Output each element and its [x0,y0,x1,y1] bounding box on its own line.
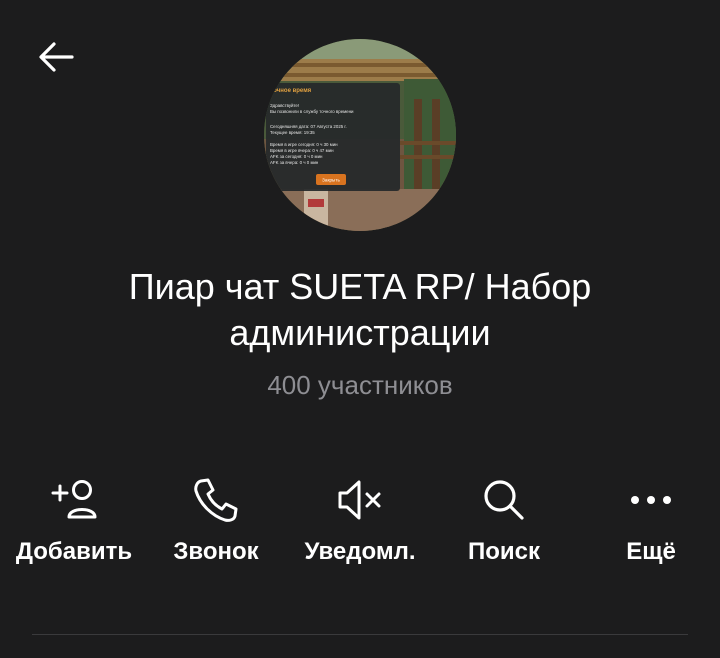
action-label: Звонок [173,538,259,565]
avatar-line: Время в игре сегодня: 0 ч 30 мин [270,142,338,147]
chat-profile-screen: Точное время Здравствуйте! Вы позвонили … [0,0,720,658]
phone-icon [194,478,238,522]
avatar-line: AFK за сегодня: 0 ч 0 мин [270,154,323,159]
more-button[interactable]: Ещё [596,470,706,580]
divider [32,634,688,635]
avatar-line: Время в игре вчера: 0 ч 47 мин [270,148,334,153]
avatar-panel-title: Точное время [270,88,312,94]
chat-avatar[interactable]: Точное время Здравствуйте! Вы позвонили … [264,39,456,231]
action-label: Ещё [626,538,676,565]
action-label: Добавить [15,538,133,565]
add-member-button[interactable]: Добавить [10,470,138,580]
members-count: 400 участников [267,370,453,400]
avatar-line: Текущее время: 19:35 [270,130,315,135]
action-label: Уведомл. [304,538,416,565]
chat-title: Пиар чат SUETA RP/ Набор администрации [60,264,660,356]
chat-title-line: администрации [229,312,491,353]
avatar-line: Здравствуйте! [270,103,299,108]
more-icon [631,496,671,504]
avatar-line: AFK за вчера: 0 ч 0 мин [270,160,319,165]
action-bar: Добавить Звонок Уведомл. Поиск Ещё [0,470,720,580]
avatar-line: Сегодняшняя дата: 07 Августа 2025 г. [270,124,347,129]
back-button[interactable] [28,32,84,82]
arrow-left-icon [39,42,74,72]
search-icon [484,480,524,520]
action-label: Поиск [467,538,541,565]
mute-icon [338,480,381,520]
avatar-line: Вы позвонили в службу точного времени [270,109,354,114]
avatar-close-label: Закрыть [322,178,340,183]
add-user-icon [51,480,97,519]
chat-title-line: Пиар чат SUETA RP/ Набор [128,266,592,307]
search-button[interactable]: Поиск [444,470,564,580]
call-button[interactable]: Звонок [154,470,278,580]
notifications-button[interactable]: Уведомл. [290,470,430,580]
